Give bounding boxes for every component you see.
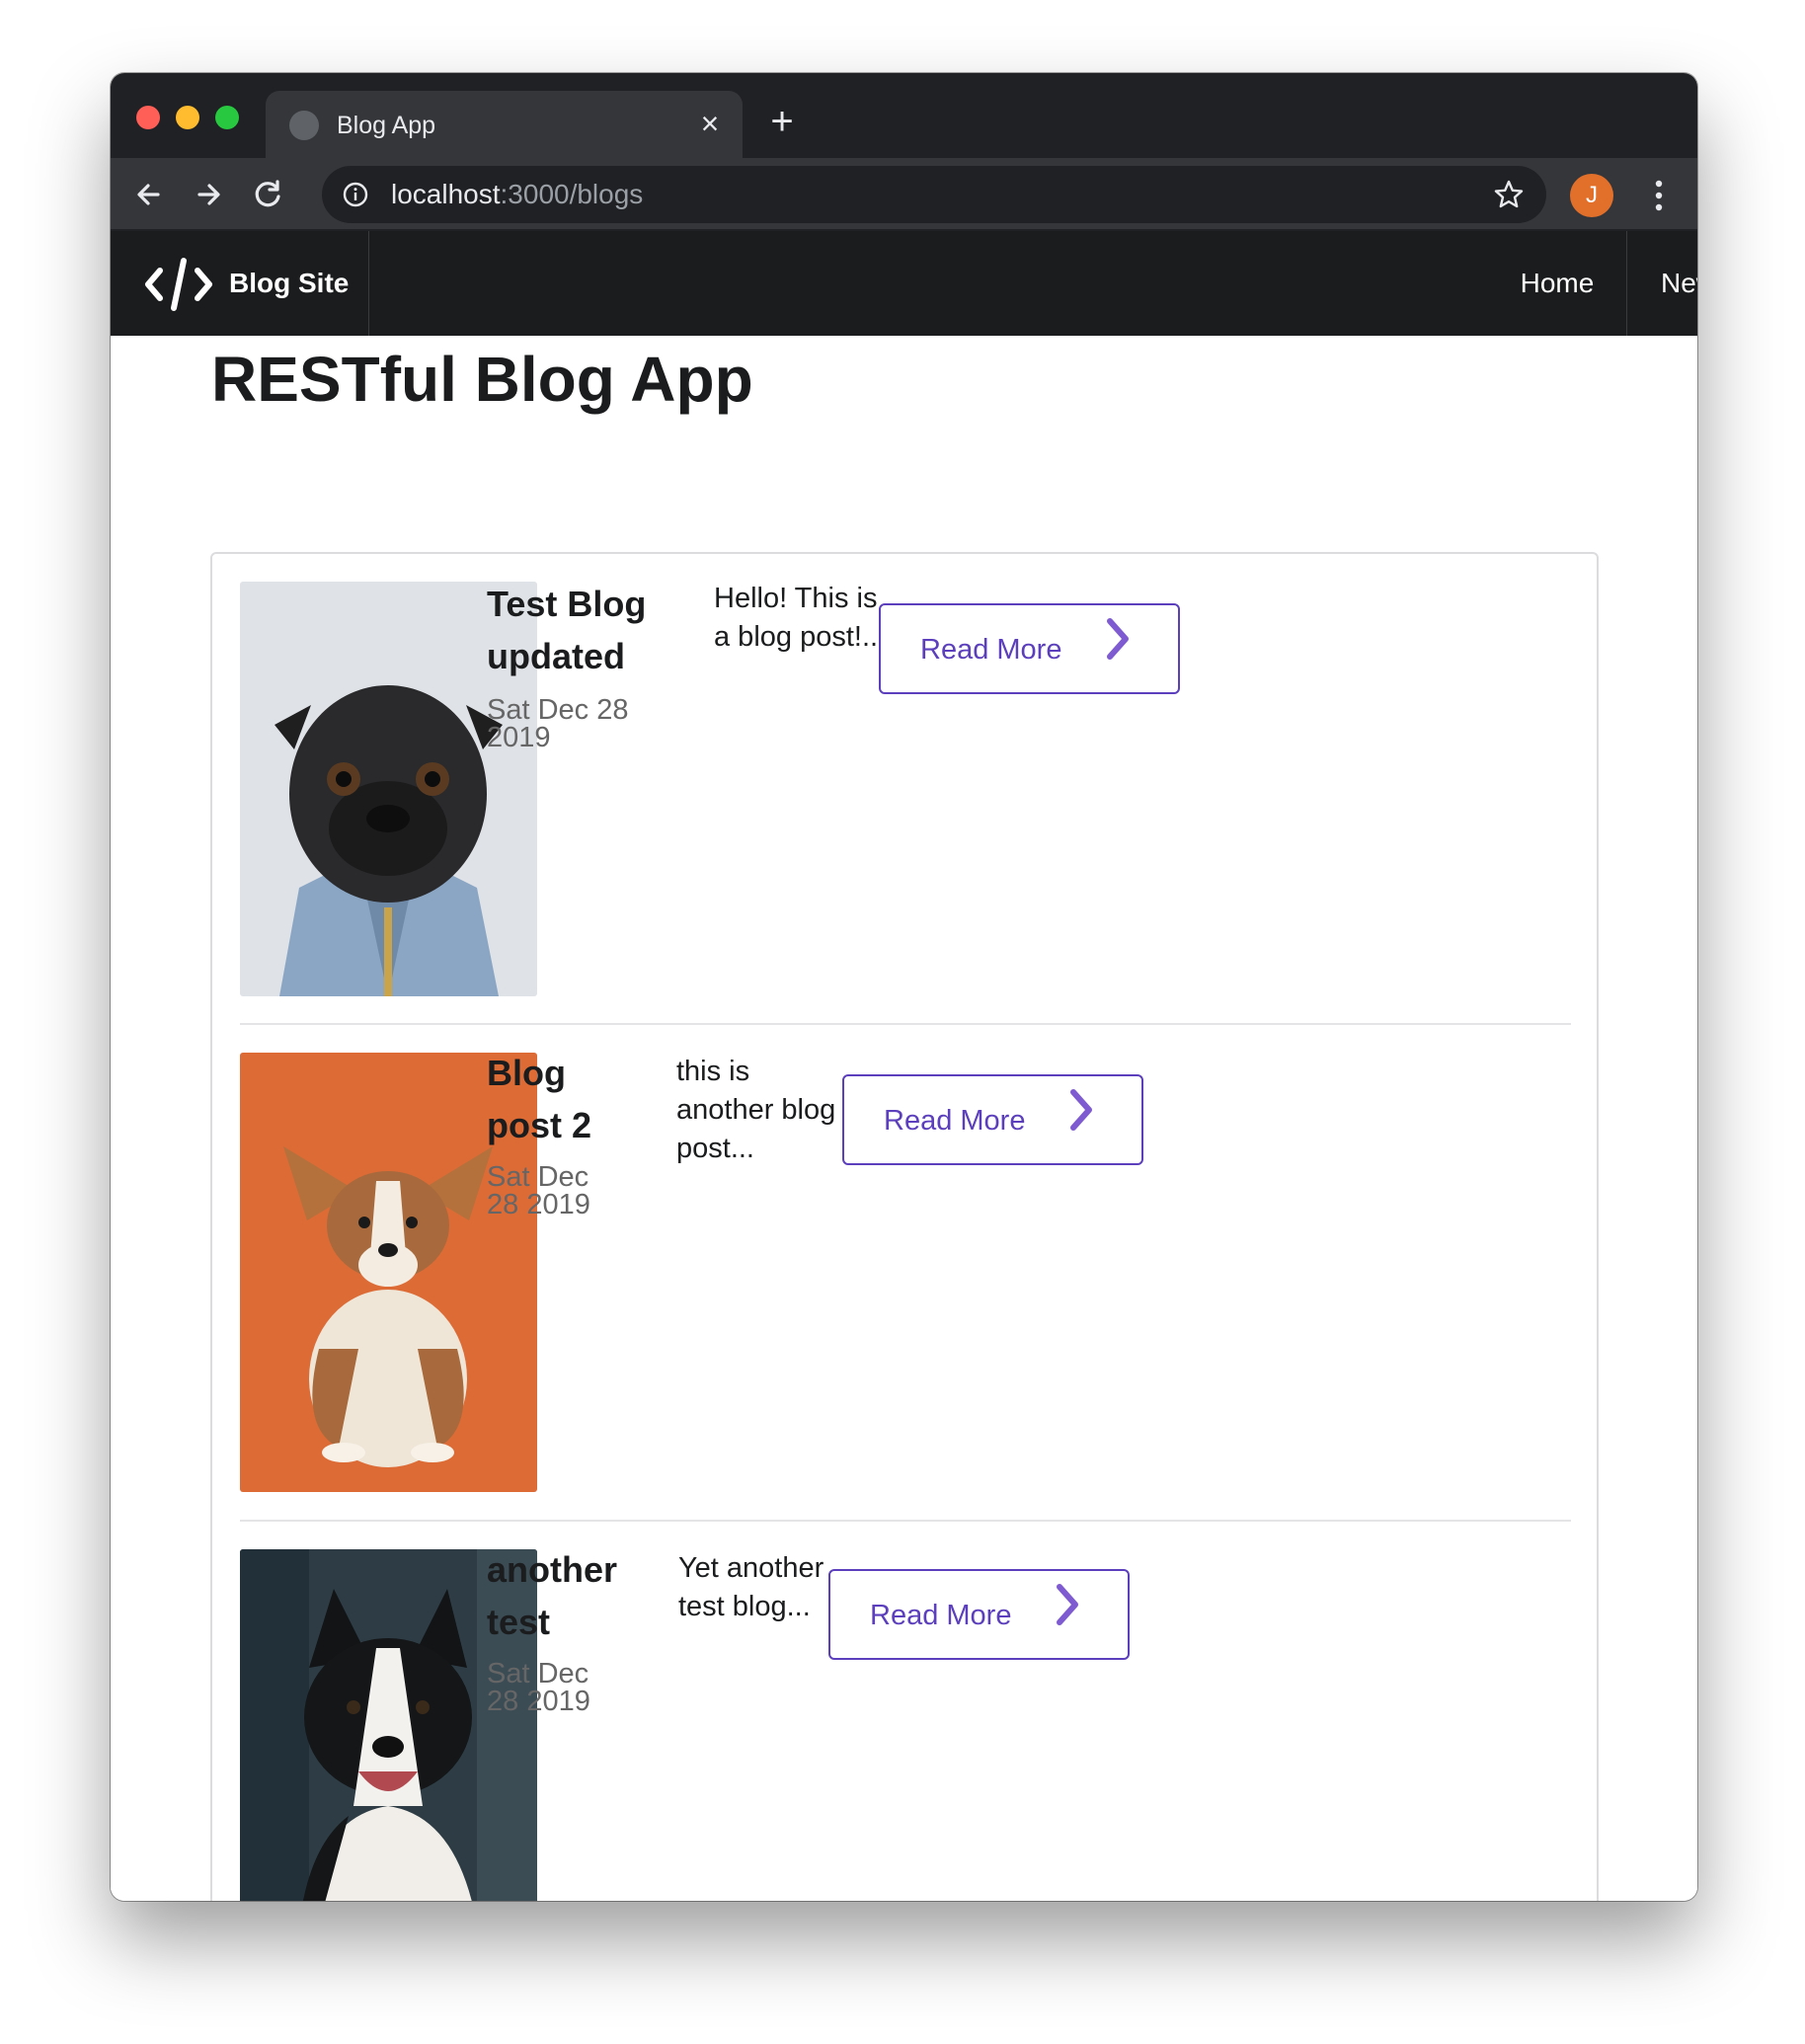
url-text: localhost:3000/blogs bbox=[391, 179, 643, 210]
post-excerpt: Yet another test blog... bbox=[678, 1549, 824, 1626]
window-close-button[interactable] bbox=[136, 106, 160, 129]
post-date: Sat Dec 28 2019 bbox=[487, 694, 629, 753]
close-icon[interactable]: × bbox=[693, 107, 727, 140]
chevron-right-icon bbox=[1057, 1584, 1078, 1625]
divider bbox=[240, 1023, 1571, 1025]
read-more-button[interactable]: Read More bbox=[828, 1569, 1130, 1660]
post-excerpt-line: a blog post!... bbox=[714, 621, 887, 653]
post-title-line: Test Blog bbox=[487, 584, 647, 624]
list-item: Blog post 2 Sat Dec 28 2019 this is anot… bbox=[240, 1053, 1571, 1492]
read-more-button[interactable]: Read More bbox=[842, 1074, 1143, 1165]
post-title-line: another bbox=[487, 1549, 618, 1590]
post-title[interactable]: Test Blog updated bbox=[487, 578, 646, 682]
post-date: Sat Dec 28 2019 bbox=[487, 1658, 590, 1717]
post-excerpt: Hello! This is a blog post!... bbox=[714, 580, 886, 657]
read-more-button[interactable]: Read More bbox=[879, 603, 1180, 694]
nav-new-post-link[interactable]: New Post bbox=[1626, 231, 1697, 336]
brand-link[interactable]: Blog Site bbox=[111, 231, 369, 336]
post-date-line: Sat Dec 28 bbox=[487, 694, 629, 726]
post-excerpt-line: Yet another bbox=[678, 1552, 824, 1584]
chevron-right-icon bbox=[1070, 1089, 1092, 1131]
page-title: RESTful Blog App bbox=[211, 344, 753, 415]
post-title-line: test bbox=[487, 1602, 551, 1642]
browser-toolbar: localhost:3000/blogs J bbox=[111, 158, 1697, 231]
profile-avatar[interactable]: J bbox=[1570, 174, 1613, 217]
tab-strip: Blog App × + bbox=[111, 73, 1697, 158]
post-date-line: 28 2019 bbox=[487, 1189, 590, 1220]
more-vert-icon[interactable] bbox=[1649, 174, 1669, 217]
forward-icon[interactable] bbox=[188, 174, 229, 215]
window-maximize-button[interactable] bbox=[215, 106, 239, 129]
globe-icon bbox=[289, 111, 319, 140]
post-excerpt-line: Hello! This is bbox=[714, 583, 878, 614]
post-title[interactable]: another test bbox=[487, 1543, 617, 1648]
url-host: localhost bbox=[391, 179, 501, 209]
reload-icon[interactable] bbox=[247, 174, 288, 215]
post-excerpt-line: test blog... bbox=[678, 1591, 811, 1622]
posts-list: Test Blog updated Sat Dec 28 2019 Hello!… bbox=[210, 552, 1599, 1901]
post-title-line: Blog bbox=[487, 1053, 566, 1093]
post-date: Sat Dec 28 2019 bbox=[487, 1163, 590, 1219]
new-tab-button[interactable]: + bbox=[764, 102, 800, 141]
brand-text: Blog Site bbox=[229, 268, 350, 298]
post-title-line: post 2 bbox=[487, 1105, 592, 1145]
nav-home-link[interactable]: Home bbox=[1488, 231, 1626, 336]
window-minimize-button[interactable] bbox=[176, 106, 199, 129]
post-excerpt-line: another blog bbox=[676, 1094, 836, 1126]
browser-tab[interactable]: Blog App × bbox=[266, 91, 743, 158]
divider bbox=[240, 1520, 1571, 1522]
post-date-line: Sat Dec bbox=[487, 1658, 589, 1690]
read-more-label: Read More bbox=[870, 1600, 1012, 1631]
post-excerpt: this is another blog post... bbox=[676, 1053, 835, 1168]
post-title[interactable]: Blog post 2 bbox=[487, 1047, 591, 1151]
post-date-line: Sat Dec bbox=[487, 1161, 589, 1193]
code-icon bbox=[145, 258, 212, 311]
post-excerpt-line: this is bbox=[676, 1056, 750, 1087]
post-date-line: 28 2019 bbox=[487, 1686, 590, 1717]
info-icon[interactable] bbox=[342, 181, 369, 208]
chevron-right-icon bbox=[1107, 618, 1129, 660]
post-date-line: 2019 bbox=[487, 722, 551, 753]
browser-window: Blog App × + localhost:3000/blogs J Blog… bbox=[111, 73, 1697, 1901]
read-more-label: Read More bbox=[920, 634, 1062, 666]
list-item: another test Sat Dec 28 2019 Yet another… bbox=[240, 1549, 1571, 1901]
post-excerpt-line: post... bbox=[676, 1133, 754, 1164]
post-title-line: updated bbox=[487, 636, 625, 676]
address-bar[interactable]: localhost:3000/blogs bbox=[322, 166, 1546, 223]
site-navbar: Blog Site Home New Post bbox=[111, 231, 1697, 336]
page-viewport: Blog Site Home New Post RESTful Blog App bbox=[111, 231, 1697, 1901]
back-icon[interactable] bbox=[128, 174, 170, 215]
read-more-label: Read More bbox=[884, 1105, 1026, 1137]
star-icon[interactable] bbox=[1493, 179, 1525, 210]
url-path: :3000/blogs bbox=[500, 179, 644, 209]
list-item: Test Blog updated Sat Dec 28 2019 Hello!… bbox=[240, 582, 1571, 996]
tab-title: Blog App bbox=[337, 112, 436, 139]
